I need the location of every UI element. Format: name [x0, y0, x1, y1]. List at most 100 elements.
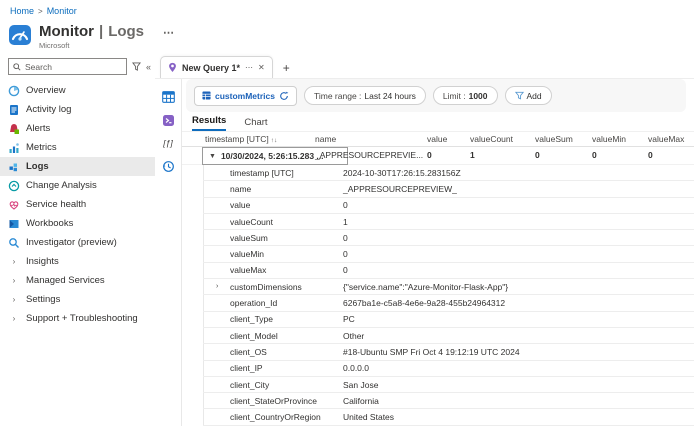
logs-blade: New Query 1* ⋯ ✕ + [155, 55, 694, 426]
sidebar-item-label: Activity log [26, 104, 71, 115]
tab-label: New Query 1* [182, 63, 240, 73]
tab-chart[interactable]: Chart [244, 117, 267, 131]
detail-row[interactable]: name _APPRESOURCEPREVIEW_ [203, 181, 694, 197]
column-header-value[interactable]: value [427, 134, 447, 144]
time-range-pill[interactable]: Time range : Last 24 hours [304, 86, 426, 105]
sidebar-item-label: Workbooks [26, 218, 73, 229]
workbooks-icon [8, 218, 20, 230]
tab-close-icon[interactable]: ✕ [258, 63, 265, 72]
sidebar-item-label: Managed Services [26, 275, 105, 286]
column-header-name[interactable]: name [315, 134, 336, 144]
breadcrumb: Home > Monitor [10, 6, 77, 16]
queries-icon[interactable] [160, 112, 176, 128]
detail-row[interactable]: client_IP 0.0.0.0 [203, 361, 694, 377]
magnifier-icon [8, 237, 20, 249]
query-tab-bar: New Query 1* ⋯ ✕ + [155, 55, 694, 79]
column-header-valuesum[interactable]: valueSum [535, 134, 573, 144]
sidebar-item-logs[interactable]: Logs [0, 157, 155, 176]
detail-value: #18-Ubuntu SMP Fri Oct 4 19:12:19 UTC 20… [343, 347, 520, 357]
column-header-valuecount[interactable]: valueCount [470, 134, 513, 144]
sidebar-item-metrics[interactable]: Metrics [0, 138, 155, 157]
sidebar-item-alerts[interactable]: Alerts [0, 119, 155, 138]
sidebar-item-activity-log[interactable]: Activity log [0, 100, 155, 119]
results-chart-tabs: Results Chart [182, 112, 694, 131]
row-valuemax: 0 [648, 150, 653, 160]
row-name: _APPRESOURCEPREVIE... [315, 150, 423, 160]
collapse-sidebar-icon[interactable]: « [146, 62, 151, 72]
add-filter-pill[interactable]: Add [505, 86, 552, 105]
detail-row[interactable]: client_CountryOrRegion United States [203, 409, 694, 425]
refresh-icon[interactable] [279, 91, 289, 101]
detail-row[interactable]: valueMin 0 [203, 246, 694, 262]
table-icon [202, 91, 211, 100]
detail-row[interactable]: client_City San Jose [203, 377, 694, 393]
column-header-timestamp[interactable]: timestamp [UTC]↑↓ [205, 134, 277, 144]
column-header-valuemin[interactable]: valueMin [592, 134, 626, 144]
query-content: customMetrics Time range : Last 24 hours… [182, 79, 694, 426]
chevron-right-icon: › [8, 276, 20, 285]
detail-row[interactable]: client_OS #18-Ubuntu SMP Fri Oct 4 19:12… [203, 344, 694, 360]
row-timestamp: 10/30/2024, 5:26:15.283 ... [221, 151, 324, 161]
limit-pill[interactable]: Limit : 1000 [433, 86, 498, 105]
breadcrumb-monitor-link[interactable]: Monitor [47, 6, 77, 16]
sidebar-item-label: Change Analysis [26, 180, 97, 191]
detail-key: valueSum [230, 233, 343, 243]
detail-row[interactable]: client_Type PC [203, 312, 694, 328]
sort-icon[interactable]: ↑↓ [271, 137, 278, 144]
search-placeholder: Search [25, 62, 52, 72]
detail-row[interactable]: operation_Id 6267ba1e-c5a8-4e6e-9a28-455… [203, 295, 694, 311]
sidebar-nav: Overview Activity log Alerts [0, 81, 155, 328]
detail-key: valueMax [230, 265, 343, 275]
filter-funnel-icon [515, 91, 524, 100]
detail-row[interactable]: timestamp [UTC] 2024-10-30T17:26:15.2831… [203, 165, 694, 181]
detail-row[interactable]: valueCount 1 [203, 214, 694, 230]
page-header: Monitor | Logs ⋯ Microsoft [8, 23, 175, 50]
tab-results[interactable]: Results [192, 115, 226, 131]
expand-chevron-icon[interactable]: › [216, 283, 218, 290]
sidebar-item-label: Logs [26, 161, 49, 172]
sidebar-search-input[interactable]: Search [8, 58, 127, 75]
detail-value: _APPRESOURCEPREVIEW_ [343, 184, 457, 194]
org-label: Microsoft [39, 41, 175, 50]
activity-log-icon [8, 104, 20, 116]
sidebar-item-settings[interactable]: › Settings [0, 290, 155, 309]
tab-more-icon[interactable]: ⋯ [245, 63, 253, 72]
detail-row[interactable]: valueSum 0 [203, 230, 694, 246]
filter-icon[interactable] [132, 62, 141, 71]
chevron-right-icon: › [8, 314, 20, 323]
detail-value: California [343, 396, 379, 406]
tables-icon[interactable] [160, 89, 176, 105]
sidebar-item-label: Service health [26, 199, 86, 210]
sidebar-item-label: Insights [26, 256, 59, 267]
functions-icon[interactable]: [ƒ] [160, 135, 176, 151]
detail-row[interactable]: valueMax 0 [203, 263, 694, 279]
query-history-icon[interactable] [160, 158, 176, 174]
query-table-chip[interactable]: customMetrics [194, 86, 297, 106]
detail-row[interactable]: client_StateOrProvince California [203, 393, 694, 409]
result-row[interactable]: ▼ 10/30/2024, 5:26:15.283 ... _APPRESOUR… [182, 147, 694, 165]
chevron-right-icon: › [8, 257, 20, 266]
detail-key: operation_Id [230, 298, 343, 308]
sidebar-item-support-troubleshooting[interactable]: › Support + Troubleshooting [0, 309, 155, 328]
sidebar-item-change-analysis[interactable]: Change Analysis [0, 176, 155, 195]
sidebar-item-investigator[interactable]: Investigator (preview) [0, 233, 155, 252]
sidebar-item-label: Support + Troubleshooting [26, 313, 138, 324]
sidebar-item-insights[interactable]: › Insights [0, 252, 155, 271]
detail-value: 0 [343, 249, 348, 259]
detail-value: PC [343, 314, 355, 324]
column-header-valuemax[interactable]: valueMax [648, 134, 684, 144]
tab-new-query-1[interactable]: New Query 1* ⋯ ✕ [160, 56, 273, 78]
detail-value: United States [343, 412, 394, 422]
sidebar-item-workbooks[interactable]: Workbooks [0, 214, 155, 233]
title-more-button[interactable]: ⋯ [163, 26, 175, 39]
detail-row[interactable]: value 0 [203, 198, 694, 214]
row-expand-chevron-icon[interactable]: ▼ [209, 153, 216, 160]
sidebar-item-service-health[interactable]: Service health [0, 195, 155, 214]
sidebar-item-overview[interactable]: Overview [0, 81, 155, 100]
detail-row-customdimensions[interactable]: › customDimensions {"service.name":"Azur… [203, 279, 694, 295]
sidebar-item-managed-services[interactable]: › Managed Services [0, 271, 155, 290]
row-valuecount: 1 [470, 150, 475, 160]
new-tab-button[interactable]: + [283, 61, 290, 75]
detail-row[interactable]: client_Model Other [203, 328, 694, 344]
breadcrumb-home-link[interactable]: Home [10, 6, 34, 16]
